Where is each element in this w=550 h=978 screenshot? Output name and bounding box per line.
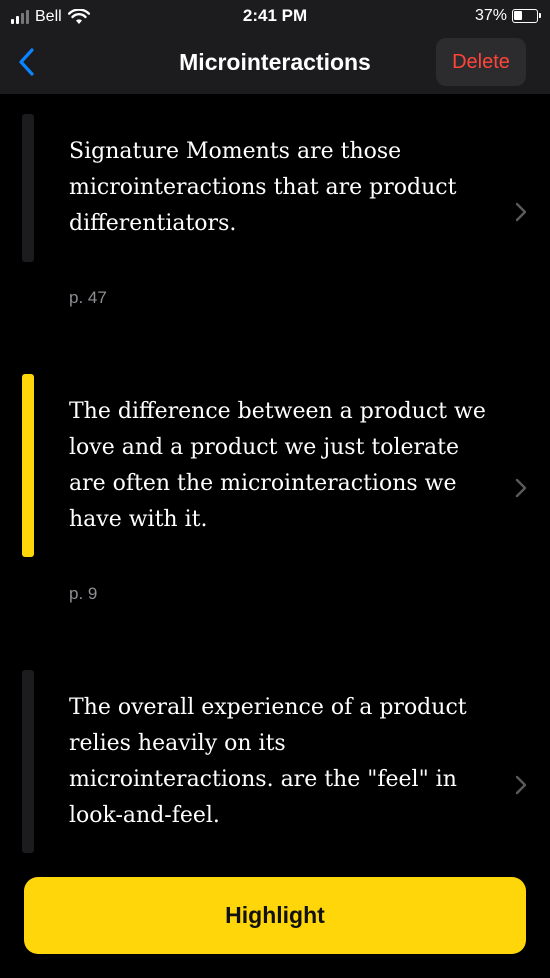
- status-bar: Bell 2:41 PM 37%: [0, 0, 550, 34]
- highlight-color-bar: [22, 670, 34, 853]
- chevron-right-icon: [515, 202, 527, 222]
- highlight-text: The overall experience of a product reli…: [69, 695, 467, 828]
- highlight-card[interactable]: Signature Moments are those microinterac…: [0, 94, 550, 354]
- page-number: p. 9: [69, 584, 98, 603]
- battery-percent: 37%: [474, 7, 507, 24]
- status-time: 2:41 PM: [242, 6, 308, 25]
- page-number: p. 47: [69, 288, 107, 307]
- highlight-color-bar: [22, 374, 34, 557]
- chevron-right-icon: [515, 775, 527, 795]
- delete-button[interactable]: Delete: [436, 38, 526, 86]
- highlight-color-bar: [22, 114, 34, 262]
- navigation-bar: Microinteractions Delete: [0, 34, 550, 94]
- status-right: 37%: [474, 7, 541, 25]
- highlights-list[interactable]: Signature Moments are those microinterac…: [0, 94, 550, 978]
- highlight-text: Signature Moments are those microinterac…: [69, 139, 457, 236]
- highlight-card[interactable]: The difference between a product we love…: [0, 354, 550, 644]
- battery-level: [514, 11, 522, 20]
- battery-icon: [512, 9, 541, 23]
- highlight-button[interactable]: Highlight: [24, 877, 526, 954]
- highlight-text: The difference between a product we love…: [69, 399, 486, 532]
- chevron-right-icon: [515, 478, 527, 498]
